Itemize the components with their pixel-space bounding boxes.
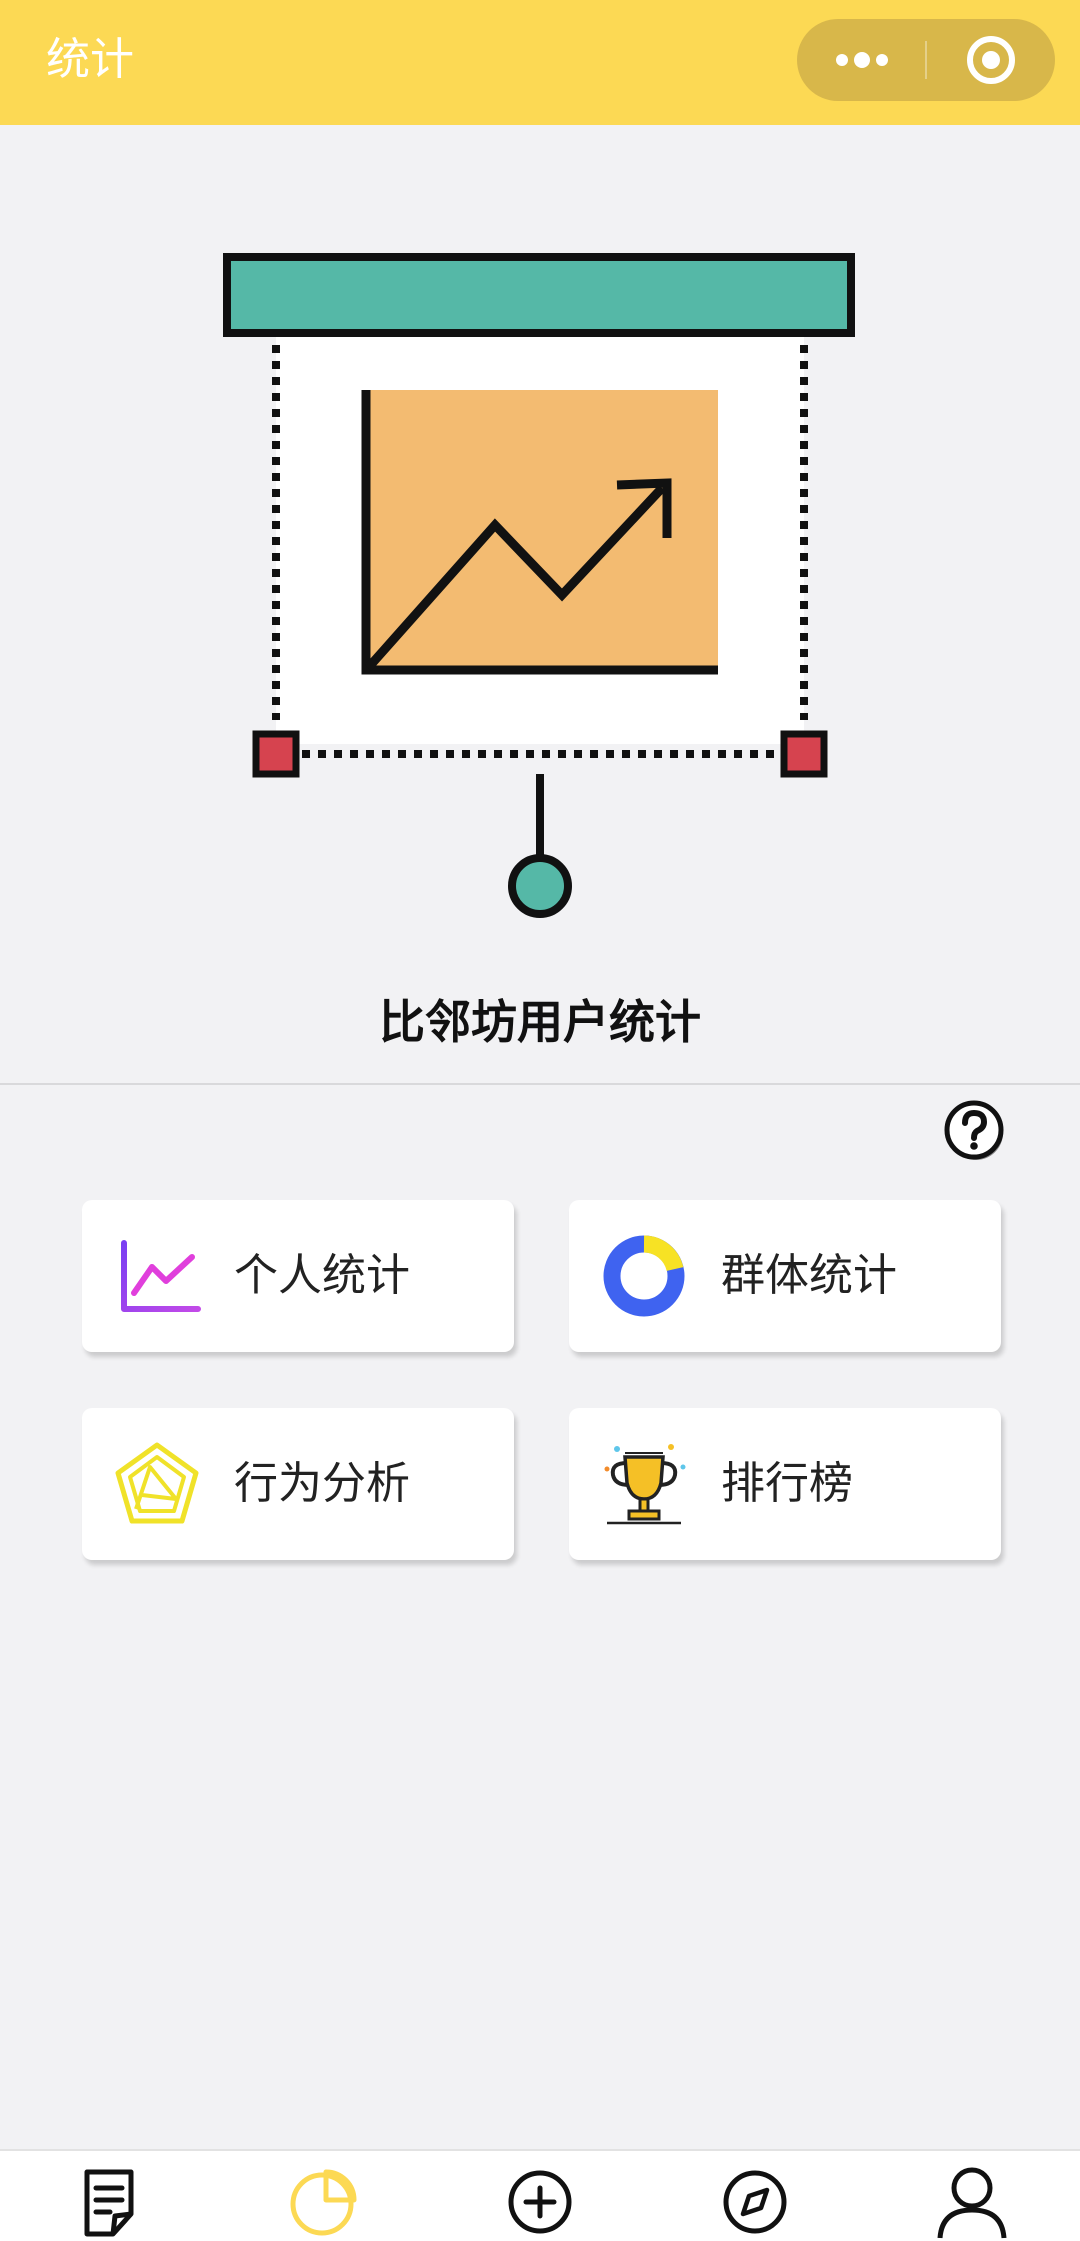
card-label: 个人统计 [234, 1250, 410, 1301]
tab-discover[interactable] [710, 2163, 800, 2241]
user-icon [937, 2167, 1007, 2239]
tab-profile[interactable] [927, 2163, 1017, 2241]
mini-program-capsule [797, 19, 1055, 101]
behavior-analysis-card[interactable]: 行为分析 [82, 1408, 514, 1560]
trophy-icon [604, 1444, 686, 1525]
pull-cord-knob [508, 854, 572, 918]
board-top-bar [223, 253, 855, 337]
donut-chart-icon [603, 1235, 685, 1317]
tab-notes[interactable] [64, 2163, 154, 2241]
target-close-icon [967, 36, 1015, 84]
card-label: 排行榜 [721, 1458, 853, 1509]
page-header-title: 统计 [46, 34, 134, 85]
presentation-board-illustration [223, 253, 855, 918]
section-divider [0, 1083, 1080, 1085]
card-label: 行为分析 [234, 1458, 410, 1509]
tab-add[interactable] [495, 2163, 585, 2241]
line-chart-icon [121, 1240, 201, 1312]
help-icon[interactable] [944, 1100, 1006, 1162]
more-menu-button[interactable] [797, 19, 926, 101]
tab-statistics[interactable] [279, 2163, 369, 2241]
right-handle [780, 730, 828, 778]
ranking-card[interactable]: 排行榜 [569, 1408, 1001, 1560]
bottom-tab-bar [0, 2149, 1080, 2241]
plus-circle-icon [508, 2170, 572, 2234]
statistics-title: 比邻坊用户统计 [379, 995, 701, 1049]
left-handle [252, 730, 300, 778]
more-dots-icon [835, 52, 888, 68]
card-label: 群体统计 [721, 1250, 897, 1301]
compass-icon [723, 2170, 787, 2234]
navigation-bar: 统计 [0, 0, 1080, 125]
pentagon-radar-icon [115, 1442, 199, 1524]
pie-chart-icon [290, 2169, 357, 2236]
group-stats-card[interactable]: 群体统计 [569, 1200, 1001, 1352]
close-mini-program-button[interactable] [927, 19, 1055, 101]
document-icon [84, 2169, 134, 2237]
personal-stats-card[interactable]: 个人统计 [82, 1200, 514, 1352]
